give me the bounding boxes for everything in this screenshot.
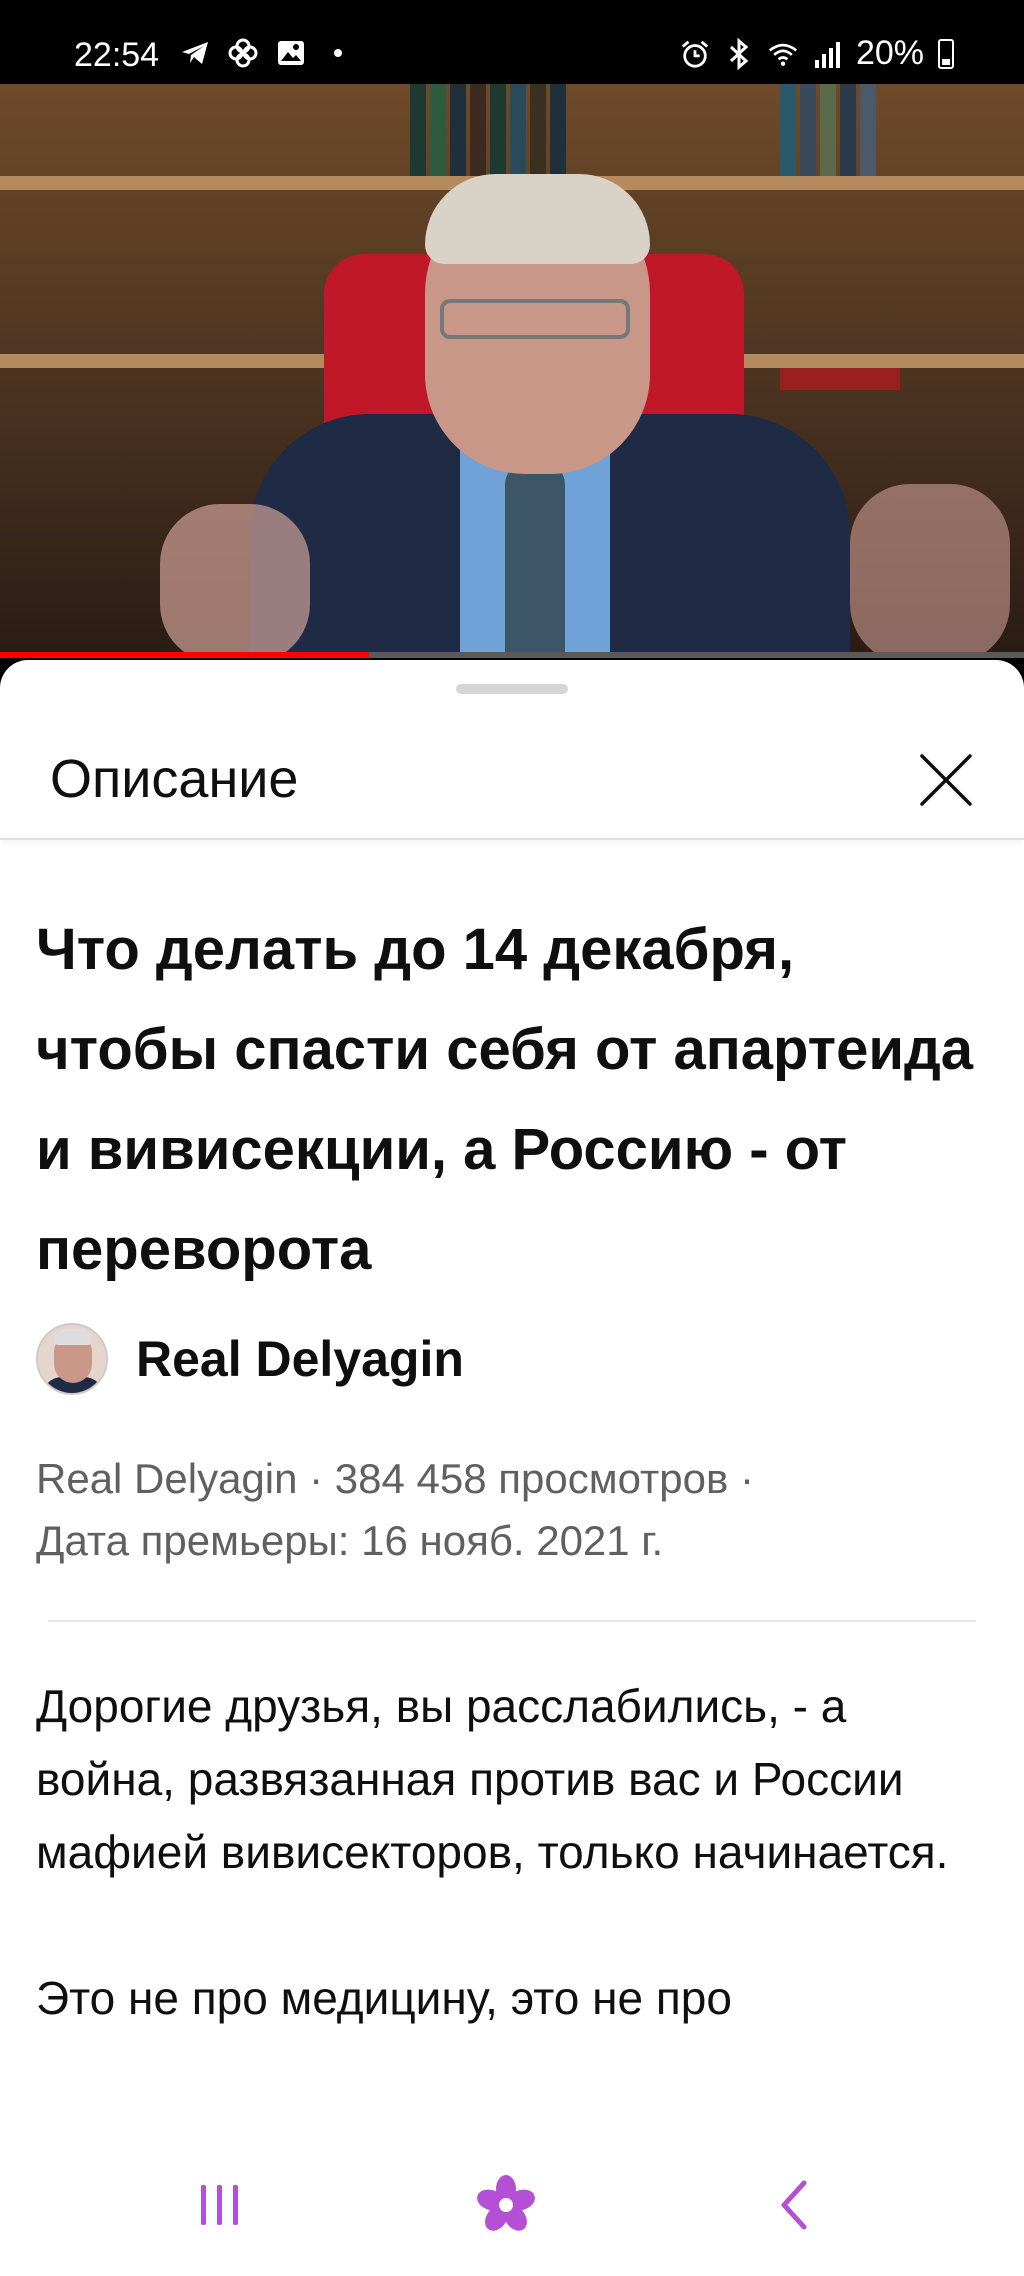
description-paragraph: Дорогие друзья, вы расслабились, - а вой… [36, 1680, 949, 1878]
description-text: Дорогие друзья, вы расслабились, - а вой… [36, 1670, 996, 2108]
dot-icon [334, 49, 342, 57]
video-title: Что делать до 14 декабря, чтобы спасти с… [36, 917, 974, 1282]
hair [425, 174, 650, 264]
back-button[interactable] [734, 2150, 854, 2260]
wifi-icon [768, 39, 798, 69]
avatar[interactable] [36, 1323, 108, 1395]
channel-row[interactable]: Real Delyagin [36, 1322, 464, 1396]
recent-apps-button[interactable] [160, 2150, 280, 2260]
tie [505, 464, 565, 656]
back-icon [781, 2180, 807, 2230]
books [780, 84, 876, 176]
recent-apps-icon [201, 2185, 238, 2225]
status-bar: 22:54 20% [0, 0, 1024, 84]
meta-line-premiere: Дата премьеры: 16 нояб. 2021 г. [36, 1517, 664, 1564]
description-paragraph: Это не про медицину, это не про [36, 1972, 732, 2024]
header-divider [0, 838, 1024, 840]
close-button[interactable] [906, 740, 986, 820]
gallery-icon [276, 38, 306, 68]
battery-percent: 20% [855, 34, 924, 72]
home-button[interactable] [446, 2150, 566, 2260]
status-left-icons [180, 38, 342, 68]
video-progress-bar[interactable] [0, 652, 1024, 658]
drag-handle[interactable] [456, 684, 568, 694]
signal-icon [812, 39, 842, 69]
telegram-icon [180, 38, 210, 68]
video-player[interactable] [0, 84, 1024, 656]
glasses [440, 299, 630, 339]
description-sheet: Описание Что делать до 14 декабря, чтобы… [0, 660, 1024, 2276]
video-progress-fill [0, 652, 369, 658]
close-icon [920, 754, 972, 806]
divider [48, 1620, 976, 1622]
books [410, 84, 566, 176]
status-time: 22:54 [74, 36, 160, 74]
video-meta: Real Delyagin · 384 458 просмотров · Дат… [36, 1448, 996, 1572]
hand [850, 484, 1010, 656]
sheet-title: Описание [50, 749, 299, 809]
battery-icon [938, 38, 954, 69]
alarm-icon [680, 39, 710, 69]
bluetooth-icon [724, 37, 754, 70]
status-right: 20% [680, 34, 954, 73]
hand [160, 504, 310, 656]
pinwheel-icon [228, 38, 258, 68]
sheet-header: Описание [0, 720, 1024, 838]
meta-line-views: Real Delyagin · 384 458 просмотров · [36, 1455, 754, 1502]
home-flower-icon [477, 2175, 535, 2231]
system-navigation-bar [0, 2130, 1024, 2276]
channel-name[interactable]: Real Delyagin [136, 1330, 464, 1388]
